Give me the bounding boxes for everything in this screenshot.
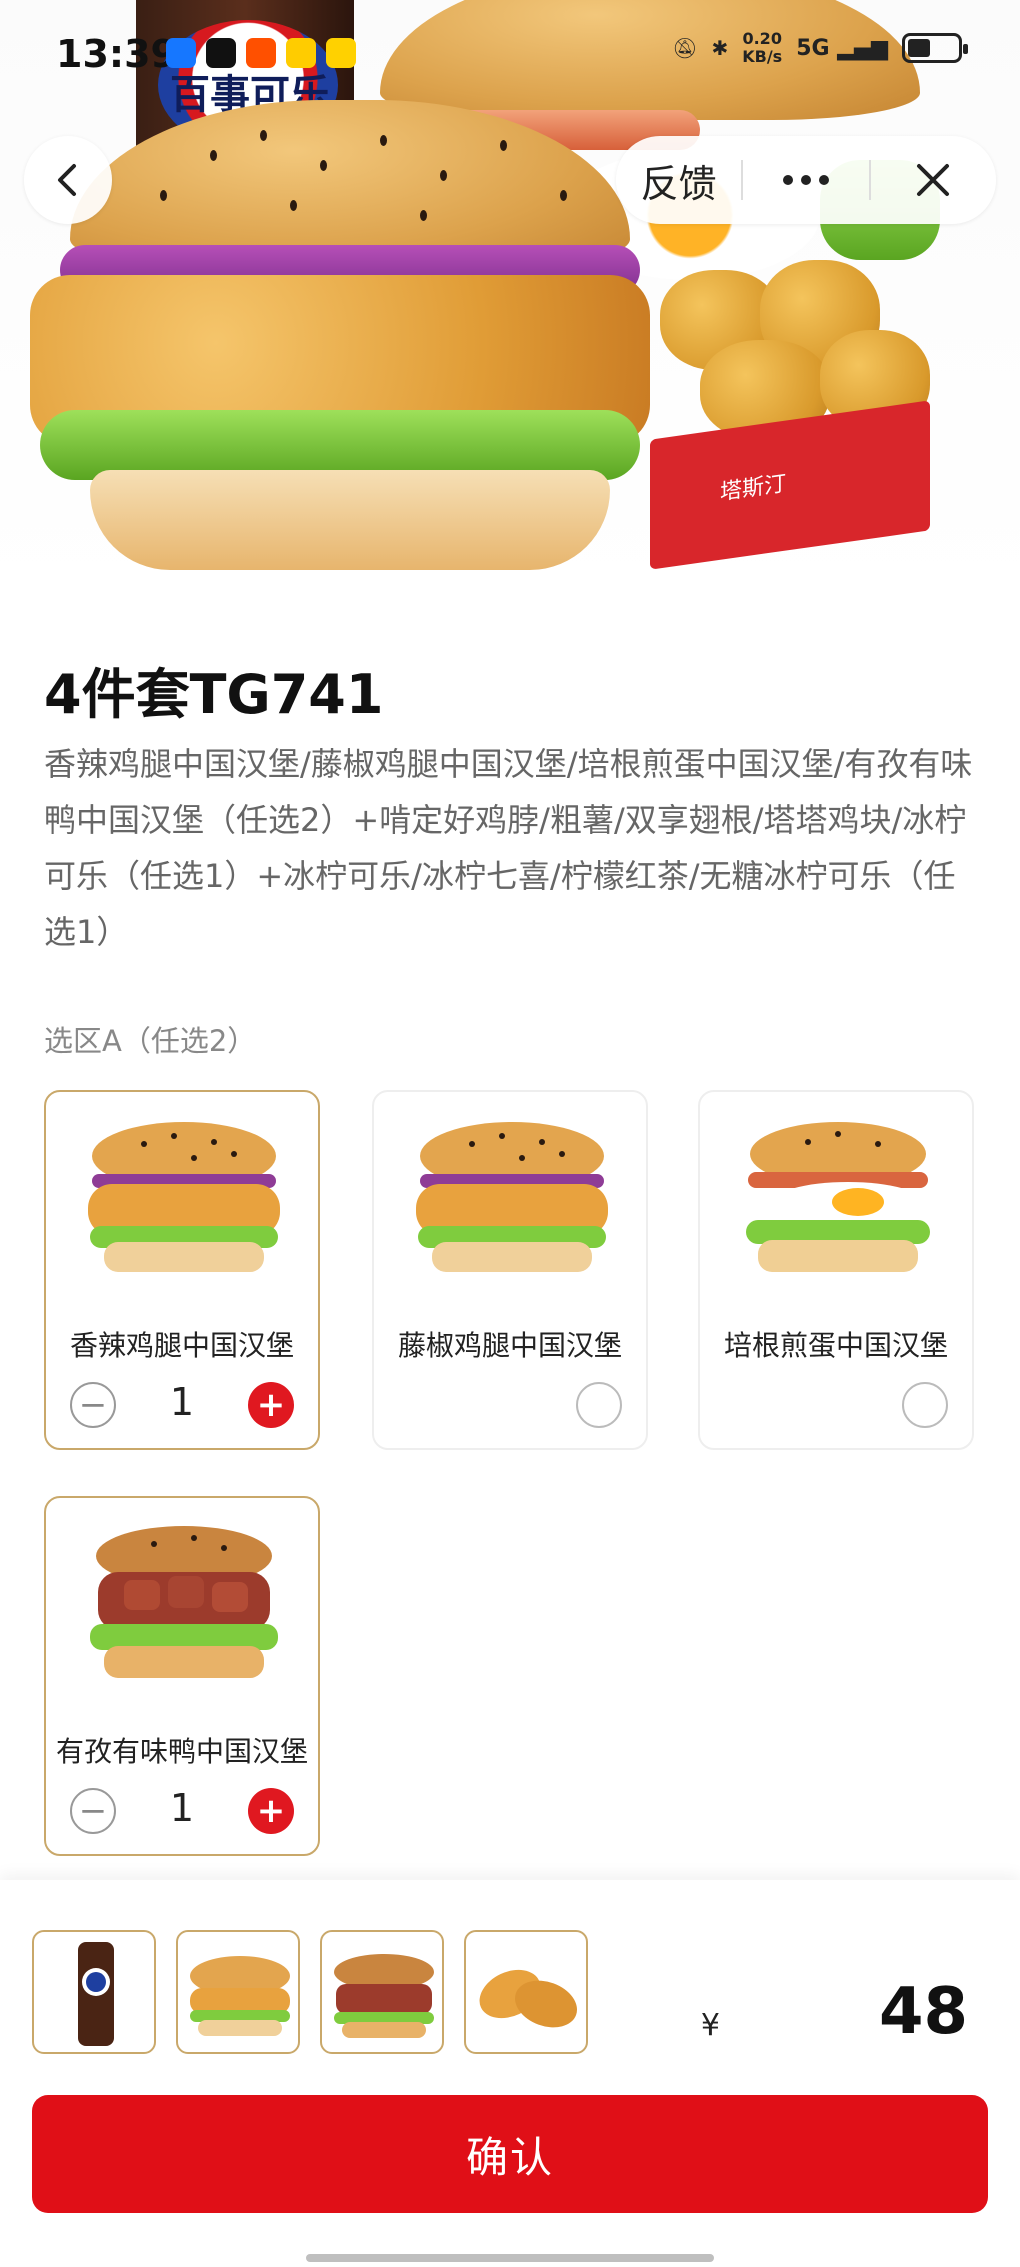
option-name: 有孜有味鸭中国汉堡 [55,1735,308,1768]
option-card-bacon-egg-burger[interactable]: 培根煎蛋中国汉堡 [698,1090,974,1450]
signal-icon: 5G ▂▄▆ [796,35,888,61]
price-currency: ¥ [700,2008,720,2043]
increase-quantity-button[interactable]: + [248,1382,294,1428]
notification-icons [166,38,356,68]
option-name: 藤椒鸡腿中国汉堡 [397,1329,622,1362]
select-radio[interactable] [902,1382,948,1428]
cola-thumbnail[interactable] [32,1930,156,2054]
bacon-egg-burger-image [746,1122,930,1272]
bluetooth-icon: ✱ [711,36,729,60]
total-price: 48 [878,1975,968,2049]
spicy-chicken-burger-thumbnail[interactable] [176,1930,300,2054]
select-radio[interactable] [576,1382,622,1428]
spicy-chicken-burger-image [88,1122,280,1272]
home-indicator[interactable] [306,2254,714,2262]
confirm-button[interactable]: 确认 [32,2095,988,2213]
close-button[interactable] [871,136,996,224]
option-card-spicy-chicken-burger[interactable]: 香辣鸡腿中国汉堡 − 1 + [44,1090,320,1450]
battery-icon [902,33,968,63]
bottom-cart-bar: ¥ 48 确认 [0,1880,1020,2267]
status-bar: 13:39 🔕︎ ✱ 0.20 KB/s 5G ▂▄▆ [0,0,1020,110]
product-detail-page: 百事可乐 塔斯汀 13:39 🔕︎ ✱ 0.20 KB/s 5G ▂▄▆ 反馈 … [0,0,1020,2267]
ele-icon [286,38,316,68]
option-name: 培根煎蛋中国汉堡 [723,1329,948,1362]
product-title: 4件套TG741 [44,663,384,726]
mute-icon: 🔕︎ [672,36,698,60]
nugget-box-image [650,400,930,570]
pepper-chicken-burger-image [416,1122,608,1272]
option-name: 香辣鸡腿中国汉堡 [69,1329,294,1362]
more-dots-icon [782,175,829,185]
back-button[interactable] [24,136,112,224]
mini-program-capsule: 反馈 [616,136,996,224]
option-card-pepper-chicken-burger[interactable]: 藤椒鸡腿中国汉堡 [372,1090,648,1450]
meituan-icon [326,38,356,68]
close-icon [917,164,950,196]
network-speed: 0.20 KB/s [742,29,783,66]
option-card-duck-burger[interactable]: 有孜有味鸭中国汉堡 − 1 + [44,1496,320,1856]
alipay-icon [166,38,196,68]
taobao-icon [246,38,276,68]
duck-burger-image [90,1526,278,1678]
more-button[interactable] [743,136,868,224]
section-a-label: 选区A（任选2） [44,1024,257,1058]
product-description: 香辣鸡腿中国汉堡/藤椒鸡腿中国汉堡/培根煎蛋中国汉堡/有孜有味鸭中国汉堡（任选2… [44,745,973,951]
chevron-left-icon [58,164,76,196]
qq-icon [206,38,236,68]
status-time: 13:39 [56,32,177,76]
feedback-button[interactable]: 反馈 [616,136,741,224]
chicken-wings-thumbnail[interactable] [464,1930,588,2054]
duck-burger-thumbnail[interactable] [320,1930,444,2054]
increase-quantity-button[interactable]: + [248,1788,294,1834]
